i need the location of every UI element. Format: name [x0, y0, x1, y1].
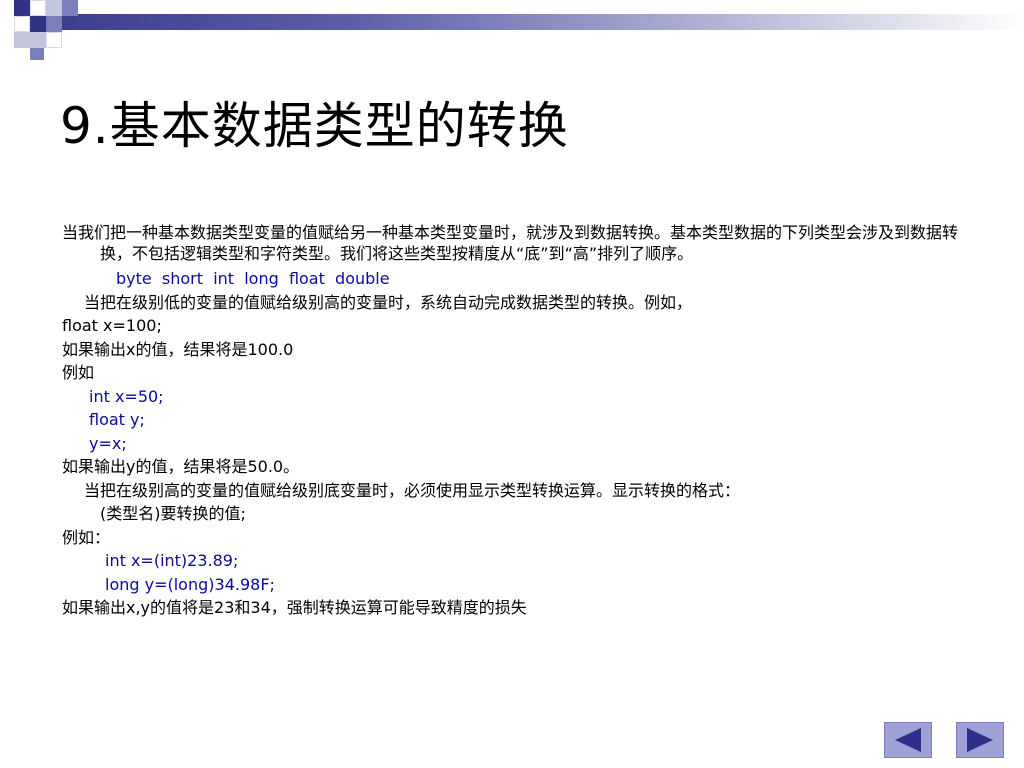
- decor-square: [62, 0, 78, 16]
- decor-square: [14, 16, 30, 32]
- left-triangle-icon: [895, 728, 921, 752]
- example-label: 例如: [62, 363, 95, 382]
- decor-square: [46, 32, 62, 48]
- decor-square: [30, 48, 44, 60]
- code-line: float y;: [89, 410, 145, 429]
- decor-square: [14, 0, 30, 16]
- example3-result: 如果输出x,y的值将是23和34，强制转换运算可能导致精度的损失: [62, 598, 527, 617]
- slide-body: 当我们把一种基本数据类型变量的值赋给另一种基本类型变量时，就涉及到数据转换。基本…: [62, 222, 977, 620]
- low-to-high-note: 当把在级别低的变量的值赋给级别高的变量时，系统自动完成数据类型的转换。例如，: [84, 292, 693, 312]
- code-line: int x=50;: [89, 386, 164, 406]
- decor-square: [46, 0, 62, 16]
- decor-square: [30, 0, 46, 16]
- header-decoration: [0, 0, 1024, 60]
- next-slide-button[interactable]: [956, 722, 1004, 758]
- example1-code: float x=100;: [62, 316, 162, 335]
- decor-square: [46, 16, 62, 32]
- example-label: 例如：: [62, 527, 111, 547]
- code-line: int x=(int)23.89;: [105, 551, 239, 570]
- example2-result: 如果输出y的值，结果将是50.0。: [62, 457, 300, 476]
- slide-title: 9.基本数据类型的转换: [60, 97, 569, 155]
- header-gradient-bar: [60, 14, 1024, 30]
- right-triangle-icon: [967, 728, 993, 752]
- cast-format: (类型名)要转换的值;: [100, 504, 246, 523]
- high-to-low-note: 当把在级别高的变量的值赋给级别底变量时，必须使用显示类型转换运算。显示转换的格式…: [84, 480, 741, 500]
- decor-square: [30, 16, 46, 32]
- intro-paragraph: 当我们把一种基本数据类型变量的值赋给另一种基本类型变量时，就涉及到数据转换。基本…: [62, 223, 959, 263]
- decor-square: [30, 32, 46, 48]
- decor-square: [14, 32, 30, 48]
- previous-slide-button[interactable]: [884, 722, 932, 758]
- code-line: y=x;: [89, 433, 127, 453]
- example1-result: 如果输出x的值，结果将是100.0: [62, 339, 294, 359]
- type-order-line: byte short int long float double: [116, 269, 390, 288]
- code-line: long y=(long)34.98F;: [105, 574, 275, 594]
